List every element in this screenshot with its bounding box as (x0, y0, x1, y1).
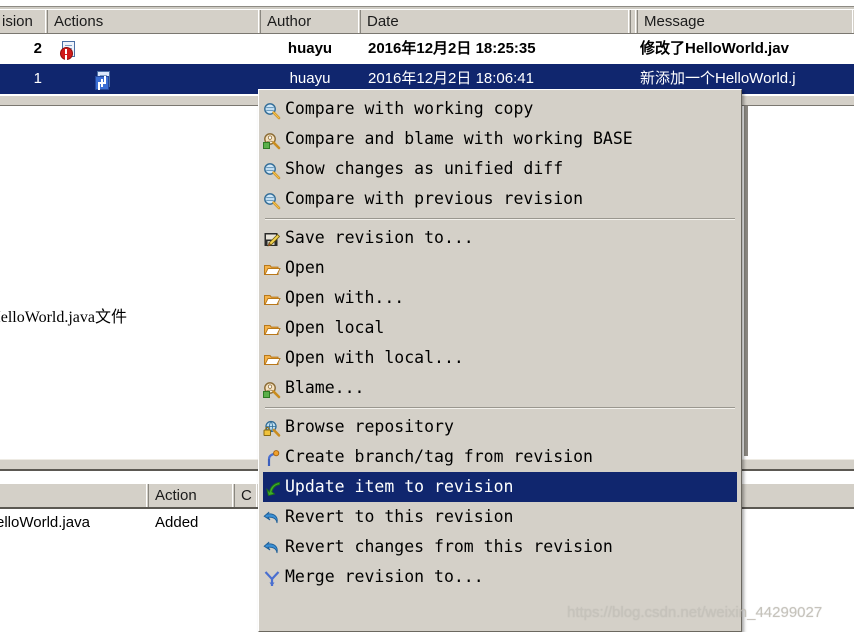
log-list-rows[interactable]: 2 huayu 2016年12月2日 18:25:35 修改了HelloWorl… (0, 34, 854, 96)
menu-item-compare-with-working-copy[interactable]: Compare with working copy (259, 94, 741, 124)
menu-item-revert-changes-from-this-revision[interactable]: Revert changes from this revision (259, 532, 741, 562)
compare-magnifier-icon (263, 160, 281, 180)
menu-item-label: Compare with working copy (285, 99, 534, 118)
menu-item-open-local[interactable]: Open local (259, 313, 741, 343)
menu-item-browse-repository[interactable]: Browse repository (259, 412, 741, 442)
column-header-message[interactable]: Message (638, 10, 854, 33)
menu-item-label: Update item to revision (285, 477, 514, 496)
menu-item-label: Open with... (285, 288, 405, 307)
menu-item-label: Open (285, 258, 325, 277)
watermark-text: https://blog.csdn.net/weixin_44299027 (567, 604, 823, 621)
open-folder-icon (263, 259, 281, 277)
menu-separator (259, 214, 741, 223)
cell-revision: 2 (33, 40, 42, 57)
cell-actions (95, 64, 255, 94)
cell-action: Added (155, 514, 199, 531)
branch-tag-icon (263, 448, 281, 466)
menu-item-label: Open with local... (285, 348, 464, 367)
column-header-author[interactable]: Author (261, 10, 361, 33)
menu-item-label: Revert to this revision (285, 507, 514, 526)
merge-icon (263, 568, 281, 586)
update-arrow-icon (265, 478, 283, 497)
menu-item-label: Create branch/tag from revision (285, 447, 593, 466)
open-folder-icon (263, 319, 281, 337)
cell-actions (60, 34, 250, 64)
menu-item-label: Merge revision to... (285, 567, 484, 586)
added-file-icon (95, 70, 111, 94)
open-folder-icon (263, 349, 281, 367)
menu-item-label: Browse repository (285, 417, 454, 436)
column-header-copyfrom[interactable]: C (235, 484, 259, 507)
column-header-spacer[interactable] (631, 10, 638, 33)
menu-item-open-with-local[interactable]: Open with local... (259, 343, 741, 373)
table-row[interactable]: 2 huayu 2016年12月2日 18:25:35 修改了HelloWorl… (0, 34, 854, 64)
revert-arrow-icon (263, 538, 281, 556)
menu-item-show-changes-as-unified-diff[interactable]: Show changes as unified diff (259, 154, 741, 184)
message-detail-text: |一个HelloWorld.java文件 (0, 309, 127, 326)
cell-author: huayu (287, 40, 333, 57)
menu-item-update-item-to-revision[interactable]: Update item to revision (263, 472, 737, 502)
menu-item-compare-with-previous-revision[interactable]: Compare with previous revision (259, 184, 741, 214)
menu-item-label: Save revision to... (285, 228, 474, 247)
menu-item-label: Compare and blame with working BASE (285, 129, 633, 148)
menu-item-label: Compare with previous revision (285, 189, 584, 208)
compare-magnifier-icon (263, 100, 281, 120)
log-list-header: ision Actions Author Date Message (0, 9, 854, 34)
open-folder-icon (263, 289, 281, 307)
tortoisesvn-log-dialog: ision Actions Author Date Message 2 huay… (0, 0, 854, 632)
menu-item-label: Show changes as unified diff (285, 159, 564, 178)
menu-item-label: Blame... (285, 378, 365, 397)
column-header-date[interactable]: Date (361, 10, 631, 33)
cell-date: 2016年12月2日 18:25:35 (368, 40, 536, 57)
modified-file-icon (60, 40, 76, 64)
column-header-action[interactable]: Action (149, 484, 235, 507)
column-header-path[interactable] (0, 484, 149, 507)
menu-item-label: Open local (285, 318, 385, 337)
column-header-actions[interactable]: Actions (48, 10, 261, 33)
column-header-revision[interactable]: ision (0, 10, 48, 33)
menu-item-merge-revision-to[interactable]: Merge revision to... (259, 562, 741, 592)
save-pencil-icon (263, 229, 281, 247)
pane-right-edge (744, 106, 748, 456)
menu-item-open-with[interactable]: Open with... (259, 283, 741, 313)
menu-item-revert-to-this-revision[interactable]: Revert to this revision (259, 502, 741, 532)
menu-item-label: Revert changes from this revision (285, 537, 613, 556)
menu-item-blame[interactable]: Blame... (259, 373, 741, 403)
browse-repository-icon (263, 418, 281, 437)
blame-magnifier-icon (263, 130, 281, 150)
menu-item-create-branch-tag-from-revision[interactable]: Create branch/tag from revision (259, 442, 741, 472)
compare-magnifier-icon (263, 190, 281, 210)
context-menu[interactable]: Compare with working copy Compare and bl… (258, 89, 742, 632)
revert-arrow-icon (263, 508, 281, 526)
cell-revision: 1 (33, 70, 42, 87)
cell-message: 修改了HelloWorld.jav (640, 40, 789, 57)
menu-item-compare-and-blame-with-working-base[interactable]: Compare and blame with working BASE (259, 124, 741, 154)
cell-path: elloWorld.java (0, 514, 90, 531)
menu-separator (259, 403, 741, 412)
blame-magnifier-icon (263, 379, 281, 399)
menu-item-open[interactable]: Open (259, 253, 741, 283)
menu-item-save-revision-to[interactable]: Save revision to... (259, 223, 741, 253)
